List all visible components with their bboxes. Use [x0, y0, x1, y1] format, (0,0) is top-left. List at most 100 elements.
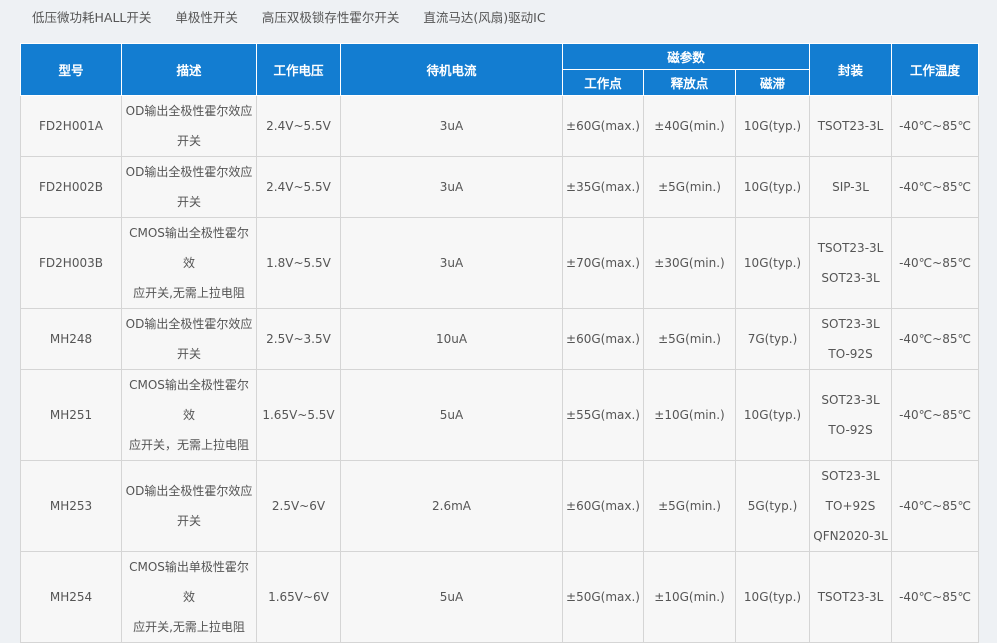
- cell-model: FD2H003B: [20, 217, 122, 309]
- cell-temperature: -40℃~85℃: [891, 217, 980, 309]
- tab-high-voltage-bipolar-latch[interactable]: 高压双极锁存性霍尔开关: [262, 7, 400, 26]
- cell-voltage: 1.65V~5.5V: [256, 369, 341, 461]
- cell-voltage: 1.8V~5.5V: [256, 217, 341, 309]
- tab-unipolar-switch[interactable]: 单极性开关: [175, 7, 238, 26]
- cell-operate-point: ±55G(max.): [562, 369, 644, 461]
- header-release-point: 释放点: [643, 69, 736, 96]
- cell-temperature: -40℃~85℃: [891, 95, 980, 157]
- cell-description: OD输出全极性霍尔效应 开关: [121, 308, 257, 370]
- cell-description: OD输出全极性霍尔效应 开关: [121, 156, 257, 218]
- cell-description-line: 开关: [176, 514, 201, 528]
- cell-package: SIP-3L: [809, 156, 893, 218]
- cell-package-line: TO-92S: [828, 423, 873, 437]
- cell-description-line: OD输出全极性霍尔效应: [125, 484, 253, 498]
- tab-low-voltage-hall-switch[interactable]: 低压微功耗HALL开关: [32, 7, 151, 26]
- cell-description-line: CMOS输出全极性霍尔效: [129, 226, 249, 270]
- cell-package-line: SOT23-3L: [821, 271, 880, 285]
- table-row: FD2H003B CMOS输出全极性霍尔效 应开关,无需上拉电阻 1.8V~5.5V 3…: [20, 217, 980, 309]
- cell-voltage: 1.65V~6V: [256, 551, 341, 643]
- cell-voltage: 2.5V~3.5V: [256, 308, 341, 370]
- cell-hysteresis: 10G(typ.): [734, 156, 811, 218]
- header-package: 封装: [809, 43, 893, 96]
- cell-description-line: 开关: [176, 347, 201, 361]
- cell-description-line: 应开关,无需上拉电阻: [133, 286, 245, 300]
- cell-release-point: ±5G(min.): [643, 308, 736, 370]
- cell-description: CMOS输出单极性霍尔效 应开关,无需上拉电阻: [121, 551, 257, 643]
- cell-voltage: 2.4V~5.5V: [256, 95, 341, 157]
- cell-operate-point: ±70G(max.): [562, 217, 644, 309]
- cell-hysteresis: 5G(typ.): [734, 460, 811, 552]
- cell-package-line: SOT23-3L: [821, 469, 880, 483]
- cell-package-line: SIP-3L: [832, 180, 869, 194]
- cell-description: CMOS输出全极性霍尔效应开关,无需上拉电阻: [121, 217, 257, 309]
- cell-model: FD2H001A: [20, 95, 122, 157]
- cell-model: MH251: [20, 369, 122, 461]
- cell-description: OD输出全极性霍尔效应 开关: [121, 95, 257, 157]
- tab-dc-motor-driver-ic[interactable]: 直流马达(风扇)驱动IC: [423, 7, 545, 26]
- cell-operate-point: ±50G(max.): [562, 551, 644, 643]
- cell-standby-current: 5uA: [340, 369, 563, 461]
- cell-package: TSOT23-3L: [809, 95, 893, 157]
- cell-description-line: CMOS输出单极性霍尔效: [129, 560, 249, 604]
- cell-model: MH254: [20, 551, 122, 643]
- cell-model: MH248: [20, 308, 122, 370]
- cell-voltage: 2.5V~6V: [256, 460, 341, 552]
- cell-standby-current: 2.6mA: [340, 460, 563, 552]
- cell-temperature: -40℃~85℃: [891, 156, 980, 218]
- cell-temperature: -40℃~85℃: [891, 551, 980, 643]
- cell-package: TSOT23-3L: [809, 551, 893, 643]
- table-row: FD2H001A OD输出全极性霍尔效应 开关 2.4V~5.5V 3uA ±60G(ma…: [20, 95, 980, 157]
- header-temperature: 工作温度: [891, 43, 980, 96]
- cell-operate-point: ±60G(max.): [562, 95, 644, 157]
- cell-description-line: OD输出全极性霍尔效应: [125, 104, 253, 118]
- header-standby-current: 待机电流: [340, 43, 563, 96]
- header-operate-point: 工作点: [562, 69, 644, 96]
- cell-description: OD输出全极性霍尔效应 开关: [121, 460, 257, 552]
- cell-package: SOT23-3L TO-92S: [809, 369, 893, 461]
- cell-model: FD2H002B: [20, 156, 122, 218]
- cell-package: SOT23-3L TO+92S QFN2020-3L: [809, 460, 893, 552]
- cell-release-point: ±5G(min.): [643, 460, 736, 552]
- cell-hysteresis: 7G(typ.): [734, 308, 811, 370]
- cell-package-line: TSOT23-3L: [817, 590, 884, 604]
- header-hysteresis: 磁滞: [734, 69, 811, 96]
- cell-temperature: -40℃~85℃: [891, 369, 980, 461]
- cell-temperature: -40℃~85℃: [891, 308, 980, 370]
- cell-operate-point: ±60G(max.): [562, 308, 644, 370]
- product-table-wrapper: 型号 描述 工作电压 待机电流 磁参数 封装 工作温度 工作点 释放点 磁滞 F…: [20, 43, 980, 643]
- table-row: MH254 CMOS输出单极性霍尔效 应开关,无需上拉电阻 1.65V~6V 5uA ±5…: [20, 551, 980, 643]
- category-tabs: 低压微功耗HALL开关 单极性开关 高压双极锁存性霍尔开关 直流马达(风扇)驱动…: [0, 0, 997, 32]
- table-row: FD2H002B OD输出全极性霍尔效应 开关 2.4V~5.5V 3uA ±35G(ma…: [20, 156, 980, 218]
- header-voltage: 工作电压: [256, 43, 341, 96]
- cell-release-point: ±10G(min.): [643, 551, 736, 643]
- header-description: 描述: [121, 43, 257, 96]
- cell-hysteresis: 10G(typ.): [734, 95, 811, 157]
- table-row: MH251 CMOS输出全极性霍尔效 应开关，无需上拉电阻 1.65V~5.5V 5uA…: [20, 369, 980, 461]
- table-row: MH248 OD输出全极性霍尔效应 开关 2.5V~3.5V 10uA ±60G(max.…: [20, 308, 980, 370]
- cell-description-line: 开关: [176, 195, 201, 209]
- cell-standby-current: 10uA: [340, 308, 563, 370]
- cell-release-point: ±40G(min.): [643, 95, 736, 157]
- cell-description-line: OD输出全极性霍尔效应: [125, 317, 253, 331]
- cell-operate-point: ±35G(max.): [562, 156, 644, 218]
- header-model: 型号: [20, 43, 122, 96]
- cell-release-point: ±30G(min.): [643, 217, 736, 309]
- cell-hysteresis: 10G(typ.): [734, 369, 811, 461]
- cell-package-line: TO+92S: [825, 499, 876, 513]
- cell-description-line: 开关: [176, 134, 201, 148]
- cell-description-line: 应开关，无需上拉电阻: [128, 438, 249, 452]
- cell-description-line: OD输出全极性霍尔效应: [125, 165, 253, 179]
- header-magnetic-params: 磁参数: [561, 43, 811, 70]
- cell-description: CMOS输出全极性霍尔效应开关，无需上拉电阻: [121, 369, 257, 461]
- cell-package-line: QFN2020-3L: [813, 529, 888, 543]
- cell-standby-current: 5uA: [340, 551, 563, 643]
- cell-model: MH253: [20, 460, 122, 552]
- cell-package: SOT23-3L TO-92S: [809, 308, 893, 370]
- cell-standby-current: 3uA: [340, 156, 563, 218]
- cell-package: TSOT23-3L SOT23-3L: [809, 217, 893, 309]
- cell-description-line: CMOS输出全极性霍尔效: [129, 378, 249, 422]
- cell-package-line: SOT23-3L: [821, 393, 880, 407]
- cell-package-line: SOT23-3L: [821, 317, 880, 331]
- cell-package-line: TO-92S: [828, 347, 873, 361]
- cell-standby-current: 3uA: [340, 217, 563, 309]
